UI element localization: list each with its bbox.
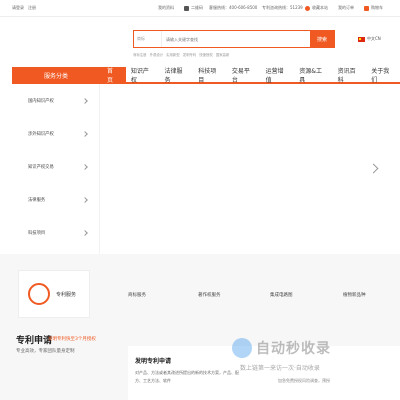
watermark: 自动秒收录 bbox=[232, 338, 331, 358]
sidebar-item-label: 科技项目 bbox=[28, 230, 46, 236]
hot-link[interactable]: 发明专利 bbox=[183, 52, 197, 57]
search-input[interactable] bbox=[162, 31, 310, 47]
category-sidebar: 国内知识产权 涉外知识产权 知识产权交易 法律服务 科技项目 bbox=[12, 84, 100, 254]
section-title: 专利申请 bbox=[16, 336, 53, 346]
nav-item-trade[interactable]: 交易平台 bbox=[227, 67, 261, 84]
panel-note: 加急免费授权风险调查，预授 bbox=[278, 378, 330, 383]
language-switch[interactable]: 中文CN bbox=[358, 36, 381, 42]
qrcode-icon bbox=[184, 5, 189, 11]
chevron-right-icon bbox=[82, 97, 88, 104]
service-tab-trademark[interactable]: 商标服务 bbox=[128, 292, 146, 298]
service-tab-plant-variety[interactable]: 植物新品种 bbox=[343, 292, 366, 298]
hotline-label: 客服热线：400-606-8500 bbox=[209, 5, 258, 10]
sidebar-item-label: 涉外知识产权 bbox=[28, 131, 54, 137]
login-link[interactable]: 请登录 bbox=[12, 5, 24, 11]
hot-link[interactable]: 实用新型 bbox=[166, 52, 180, 57]
section-subtitle: 发明专利快至3个月授权 bbox=[48, 337, 96, 342]
register-link[interactable]: 注册 bbox=[28, 5, 36, 11]
nav-item-home[interactable]: 首页 bbox=[100, 67, 126, 84]
consult-text: 专利咨询热线：51239 bbox=[262, 5, 303, 11]
my-info-label: 我的资料 bbox=[158, 5, 174, 10]
qrcode-label: 二维码 bbox=[191, 5, 203, 10]
search-category-select[interactable]: 商标 bbox=[134, 31, 162, 47]
nav-item-operation[interactable]: 运营增值 bbox=[261, 67, 295, 84]
nav-item-tech[interactable]: 科技项目 bbox=[193, 67, 227, 84]
watermark-text: 自动秒收录 bbox=[256, 341, 331, 357]
service-tab-ic-layout[interactable]: 集成电路图 bbox=[270, 292, 293, 298]
sidebar-item-legal[interactable]: 法律服务 bbox=[12, 183, 99, 216]
my-orders-label: 我的订单 bbox=[338, 5, 354, 10]
china-flag-icon bbox=[358, 36, 365, 42]
search-button[interactable]: 搜索 bbox=[310, 31, 334, 47]
service-card-label: 专利服务 bbox=[56, 291, 77, 298]
section-desc: 专业高效，专家团队量身定制 bbox=[16, 349, 75, 354]
my-info-link[interactable]: 我的资料 bbox=[158, 5, 174, 11]
carousel-next-icon[interactable] bbox=[368, 163, 379, 174]
cart-link[interactable]: 购物车 bbox=[364, 5, 383, 11]
cart-icon bbox=[364, 5, 369, 11]
favorites-link[interactable]: 收藏本站 bbox=[305, 5, 328, 11]
chevron-right-icon bbox=[82, 130, 88, 137]
my-orders-link[interactable]: 我的订单 bbox=[338, 5, 354, 11]
nav-item-resources[interactable]: 资源&工具 bbox=[294, 67, 332, 84]
hot-link[interactable]: 外观设计 bbox=[150, 52, 164, 57]
panel-desc: 对产品、方法或者其改进所提出的新的技术方案，产品、配方、工艺方法、软件 bbox=[135, 370, 239, 383]
panel-title[interactable]: 发明专利申请 bbox=[135, 356, 171, 365]
consult-label: 专利咨询热线：51239 bbox=[262, 5, 303, 10]
category-header: 服务分类 bbox=[12, 67, 100, 84]
chevron-right-icon bbox=[82, 196, 88, 203]
star-icon bbox=[305, 5, 310, 11]
service-tab-copyright[interactable]: 著作权服务 bbox=[198, 292, 221, 298]
sidebar-item-label: 法律服务 bbox=[28, 197, 46, 203]
chevron-right-icon bbox=[82, 163, 88, 170]
watermark-logo-icon bbox=[232, 338, 252, 358]
nav-item-ip[interactable]: 知识产权 bbox=[126, 67, 160, 84]
nav-item-about[interactable]: 关于我们 bbox=[366, 67, 400, 84]
circle-icon bbox=[28, 283, 50, 305]
cart-label: 购物车 bbox=[371, 5, 383, 10]
sidebar-item-domestic-ip[interactable]: 国内知识产权 bbox=[12, 84, 99, 117]
main-nav: 首页 知识产权 法律服务 科技项目 交易平台 运营增值 资源&工具 资讯百科 关… bbox=[100, 67, 400, 84]
sidebar-item-foreign-ip[interactable]: 涉外知识产权 bbox=[12, 117, 99, 150]
hotline-text: 客服热线：400-606-8500 bbox=[209, 5, 257, 11]
nav-item-news[interactable]: 资讯百科 bbox=[333, 67, 367, 84]
search-bar: 商标 搜索 bbox=[133, 30, 335, 48]
hot-link[interactable]: 快速授权 bbox=[199, 52, 213, 57]
favorites-label: 收藏本站 bbox=[312, 5, 328, 10]
qrcode-link[interactable]: 二维码 bbox=[184, 5, 203, 11]
service-card-patent[interactable]: 专利服务 bbox=[18, 270, 90, 318]
hot-link[interactable]: 国家高新 bbox=[216, 52, 230, 57]
nav-item-legal[interactable]: 法律服务 bbox=[160, 67, 194, 84]
language-label: 中文CN bbox=[367, 36, 381, 41]
chevron-right-icon bbox=[82, 229, 88, 236]
sidebar-item-label: 知识产权交易 bbox=[28, 164, 54, 170]
hot-search-links: 商标注册 外观设计 实用新型 发明专利 快速授权 国家高新 bbox=[133, 52, 229, 57]
watermark-subtext: 数上链第一来访一次·自动收录 bbox=[240, 365, 320, 372]
sidebar-item-ip-trade[interactable]: 知识产权交易 bbox=[12, 150, 99, 183]
sidebar-item-label: 国内知识产权 bbox=[28, 98, 54, 104]
hot-link[interactable]: 商标注册 bbox=[133, 52, 147, 57]
sidebar-item-tech[interactable]: 科技项目 bbox=[12, 216, 99, 249]
top-bar: 请登录 注册 我的资料 二维码 客服热线：400-606-8500 专利咨询热线… bbox=[0, 0, 400, 17]
